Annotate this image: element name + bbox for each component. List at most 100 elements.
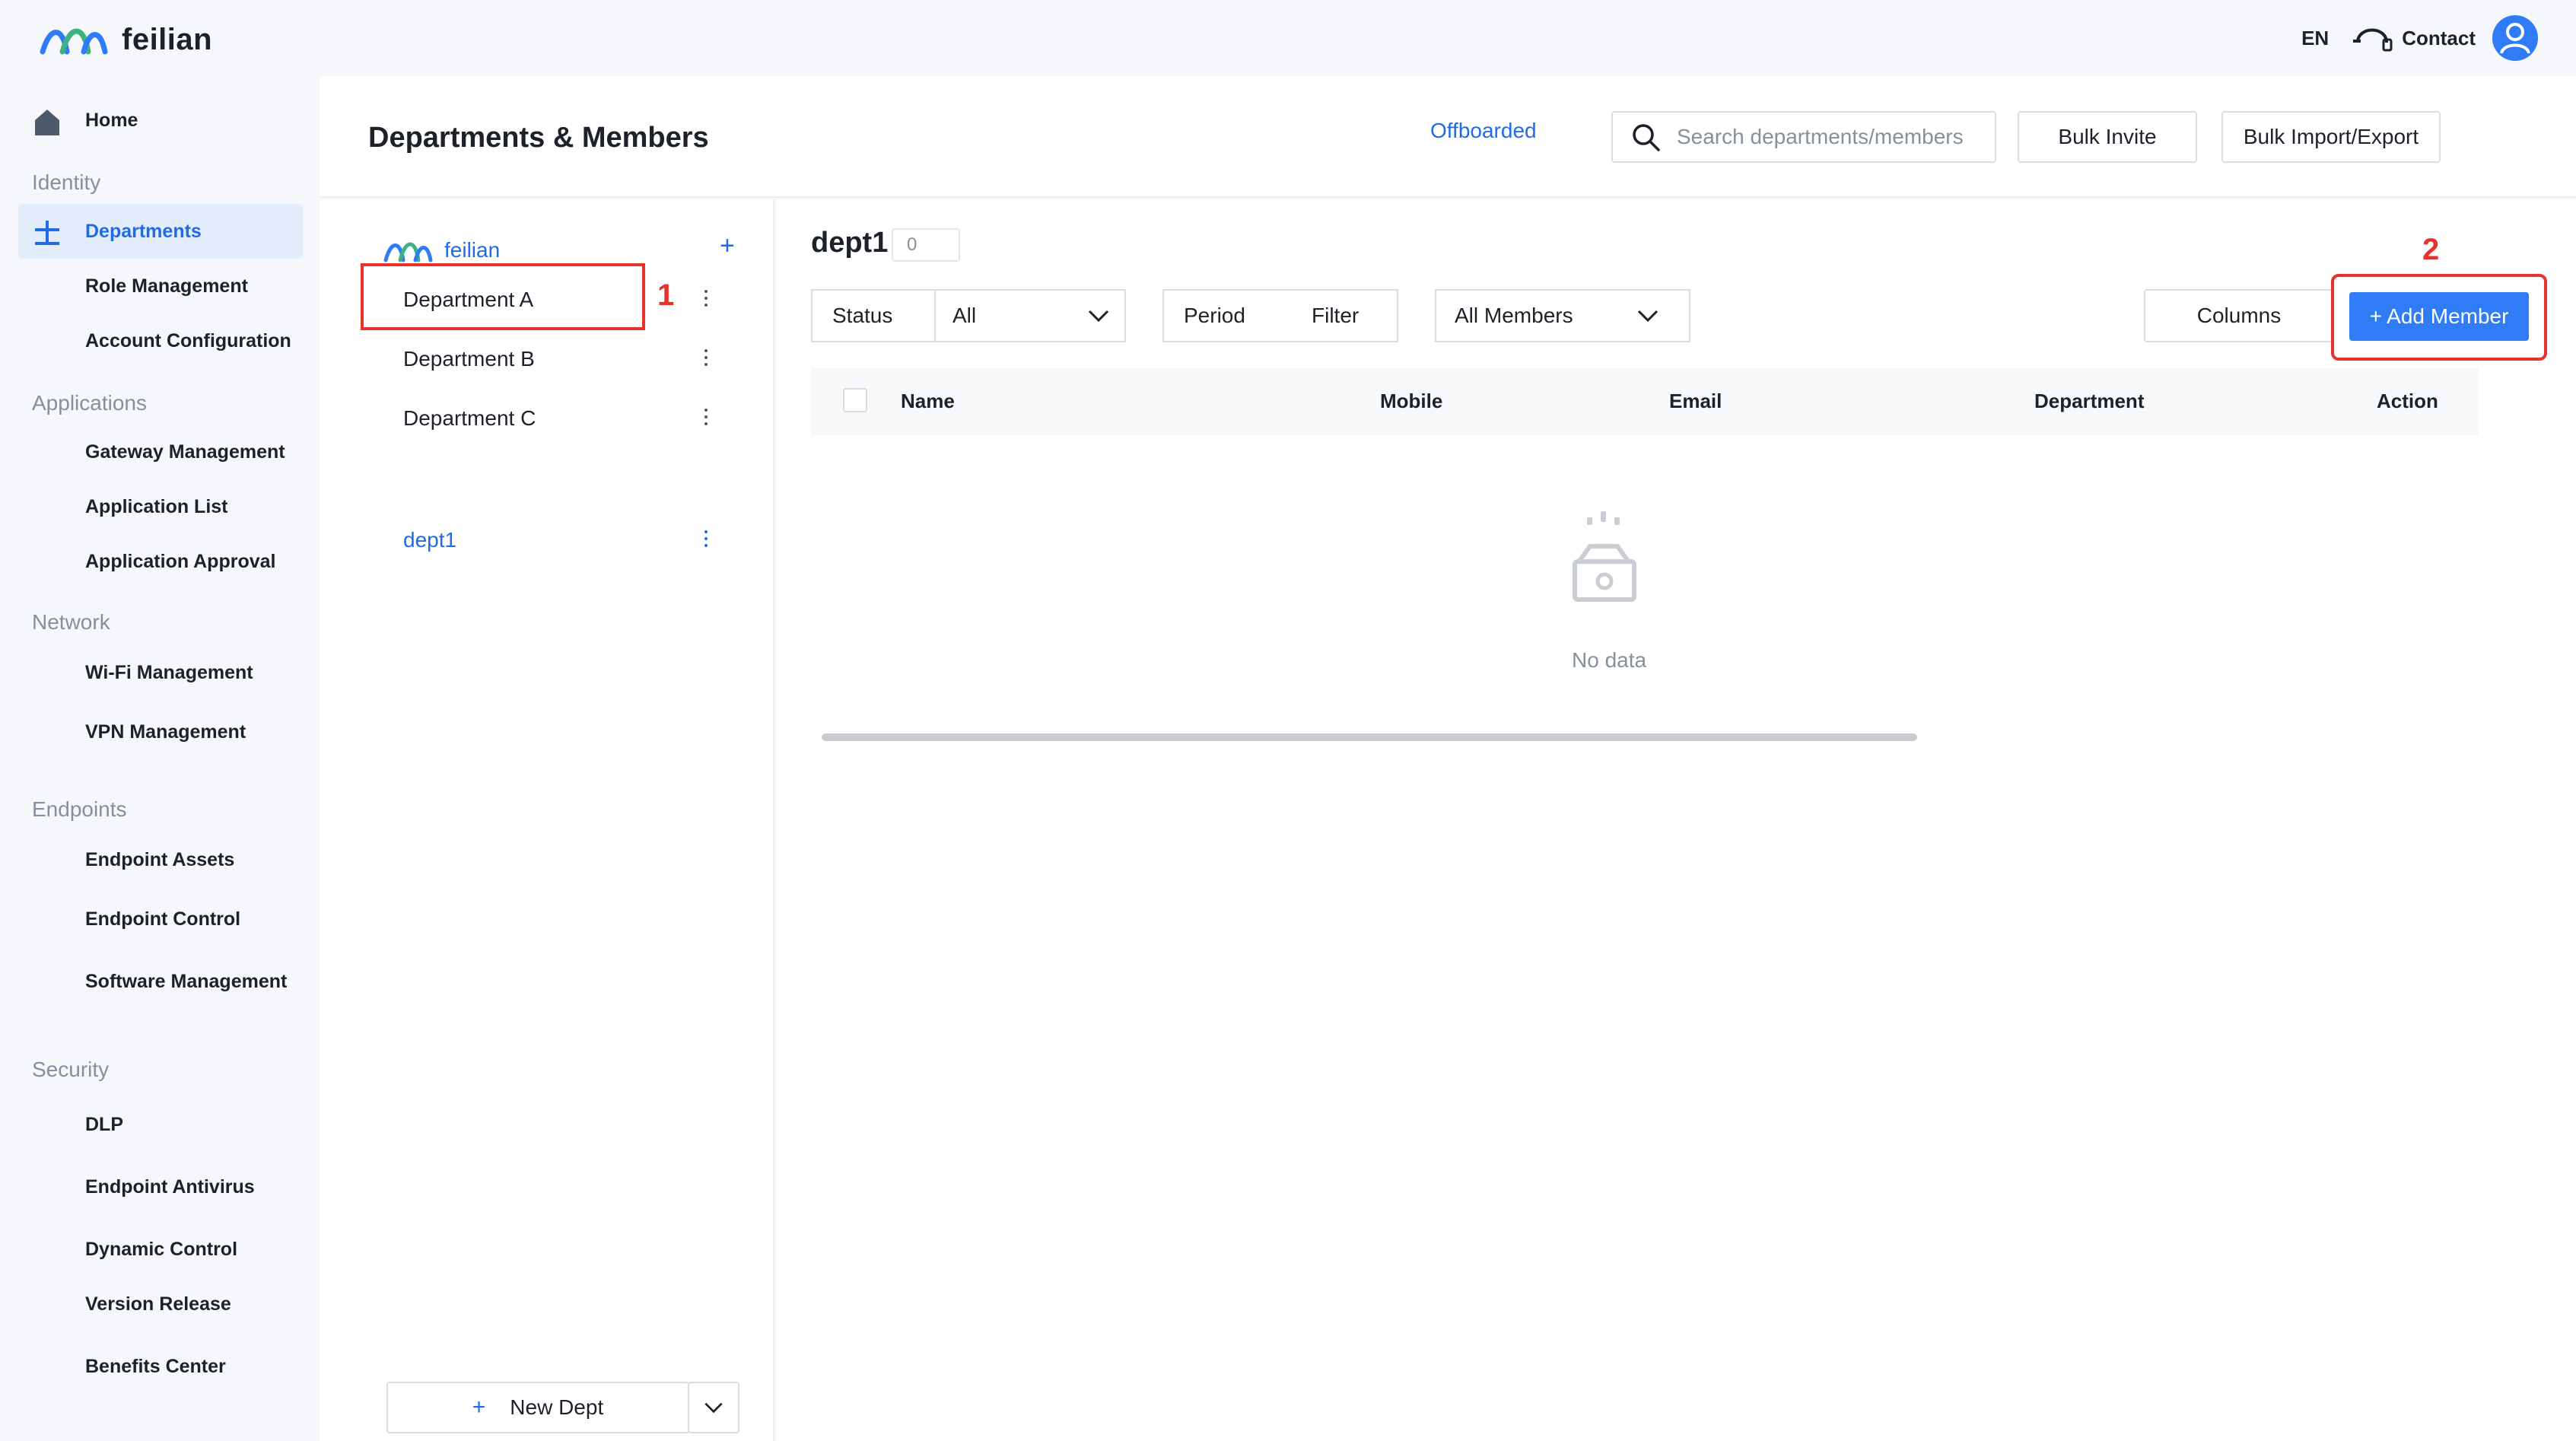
nav-group-security: Security [32, 1058, 110, 1081]
nav-dlp[interactable]: DLP [18, 1097, 303, 1152]
nav-vpn-management-label: VPN Management [85, 720, 246, 743]
status-value: All [952, 304, 977, 327]
chevron-down-icon [1088, 310, 1109, 323]
top-bar: feilian EN Contact [0, 0, 2576, 76]
column-header-action[interactable]: Action [2377, 390, 2438, 413]
empty-state-text: No data [1572, 648, 1647, 672]
feilian-logo-icon [383, 242, 433, 262]
plus-icon: + [472, 1395, 486, 1420]
annotation-number-2: 2 [2422, 233, 2440, 266]
nav-software-management[interactable]: Software Management [18, 954, 303, 1009]
nav-endpoint-control[interactable]: Endpoint Control [18, 892, 303, 946]
nav-home-label: Home [85, 109, 138, 131]
annotation-box-2 [2331, 274, 2547, 361]
columns-button[interactable]: Columns [2144, 289, 2334, 342]
more-icon[interactable] [698, 405, 714, 431]
horizontal-scrollbar[interactable] [822, 733, 1917, 741]
period-value: Filter [1312, 304, 1360, 327]
nav-departments[interactable]: Departments [18, 204, 303, 259]
nav-home[interactable]: Home [18, 93, 303, 148]
nav-wifi-management[interactable]: Wi-Fi Management [18, 645, 303, 700]
more-icon[interactable] [698, 345, 714, 371]
nav-gateway-management-label: Gateway Management [85, 441, 285, 463]
nav-version-release-label: Version Release [85, 1293, 231, 1315]
status-filter-label: Status [811, 289, 936, 342]
nav-group-network: Network [32, 610, 110, 634]
sidebar: Home Identity Departments Role Managemen… [0, 76, 320, 1441]
home-icon [35, 110, 59, 135]
new-dept-dropdown[interactable] [688, 1382, 739, 1433]
tree-item-dept1[interactable]: dept1 [403, 528, 456, 552]
bulk-invite-button[interactable]: Bulk Invite [2018, 111, 2197, 163]
column-header-email[interactable]: Email [1669, 390, 1722, 413]
chevron-down-icon [704, 1402, 723, 1414]
nav-group-identity: Identity [32, 170, 101, 194]
tree-item-department-b[interactable]: Department B [403, 347, 535, 371]
status-label: Status [832, 304, 893, 327]
nav-dlp-label: DLP [85, 1113, 123, 1135]
members-panel: dept1 0 Status All Period Filter All Mem… [776, 199, 2576, 1441]
member-count-badge: 0 [892, 228, 960, 262]
nav-version-release[interactable]: Version Release [18, 1277, 303, 1331]
nav-endpoint-antivirus[interactable]: Endpoint Antivirus [18, 1159, 303, 1214]
new-dept-button[interactable]: + New Dept [386, 1382, 689, 1433]
members-value: All Members [1455, 304, 1573, 327]
search-box[interactable] [1611, 111, 1996, 163]
user-avatar[interactable] [2492, 15, 2538, 61]
column-header-name[interactable]: Name [901, 390, 955, 413]
nav-dynamic-control[interactable]: Dynamic Control [18, 1222, 303, 1277]
add-department-icon[interactable]: + [720, 231, 735, 261]
more-icon[interactable] [698, 286, 714, 312]
members-select[interactable]: All Members [1435, 289, 1690, 342]
selected-department-title: dept1 [811, 227, 889, 259]
members-table-header: Name Mobile Email Department Action [811, 368, 2479, 435]
nav-vpn-management[interactable]: VPN Management [18, 705, 303, 759]
nav-application-list[interactable]: Application List [18, 479, 303, 534]
nav-group-applications: Applications [32, 391, 147, 415]
search-icon [1633, 124, 1660, 151]
nav-endpoint-assets[interactable]: Endpoint Assets [18, 832, 303, 887]
nav-application-approval[interactable]: Application Approval [18, 534, 303, 589]
bulk-import-export-button[interactable]: Bulk Import/Export [2221, 111, 2441, 163]
status-select[interactable]: All [934, 289, 1126, 342]
nav-software-management-label: Software Management [85, 970, 288, 992]
annotation-number-1: 1 [657, 278, 675, 312]
search-input[interactable] [1677, 125, 1981, 149]
nav-wifi-management-label: Wi-Fi Management [85, 661, 253, 683]
columns-label: Columns [2196, 304, 2282, 327]
nav-departments-label: Departments [85, 220, 202, 242]
more-icon[interactable] [698, 526, 714, 552]
nav-role-management-label: Role Management [85, 275, 248, 297]
empty-box-icon [1573, 511, 1636, 602]
column-header-mobile[interactable]: Mobile [1380, 390, 1442, 413]
select-all-checkbox[interactable] [843, 388, 867, 412]
tree-item-department-c[interactable]: Department C [403, 406, 536, 431]
nav-endpoint-assets-label: Endpoint Assets [85, 848, 235, 870]
department-tree: feilian + Department A 1 Department B De… [320, 199, 774, 1441]
nav-account-configuration-label: Account Configuration [85, 329, 291, 352]
nav-group-endpoints: Endpoints [32, 797, 127, 821]
brand-logo[interactable]: feilian [40, 18, 212, 61]
nav-benefits-center[interactable]: Benefits Center [18, 1339, 303, 1394]
feilian-logo-icon [40, 28, 108, 55]
brand-name: feilian [122, 22, 213, 56]
page-header: Departments & Members Offboarded Bulk In… [320, 76, 2576, 198]
nav-dynamic-control-label: Dynamic Control [85, 1238, 238, 1260]
language-switch[interactable]: EN [2301, 27, 2329, 50]
headset-icon[interactable] [2350, 20, 2394, 56]
nav-endpoint-antivirus-label: Endpoint Antivirus [85, 1175, 255, 1198]
nav-account-configuration[interactable]: Account Configuration [18, 313, 303, 368]
page-title: Departments & Members [368, 122, 709, 154]
nav-gateway-management[interactable]: Gateway Management [18, 425, 303, 479]
nav-role-management[interactable]: Role Management [18, 259, 303, 313]
period-filter[interactable]: Period Filter [1162, 289, 1398, 342]
chevron-down-icon [1637, 310, 1658, 323]
offboarded-link[interactable]: Offboarded [1430, 119, 1537, 143]
departments-icon [35, 221, 59, 245]
tree-root[interactable]: feilian [383, 236, 500, 265]
column-header-department[interactable]: Department [2034, 390, 2144, 413]
contact-link[interactable]: Contact [2402, 27, 2476, 50]
new-dept-label: New Dept [510, 1395, 604, 1419]
user-icon [2500, 23, 2530, 54]
tree-root-label: feilian [444, 238, 501, 262]
